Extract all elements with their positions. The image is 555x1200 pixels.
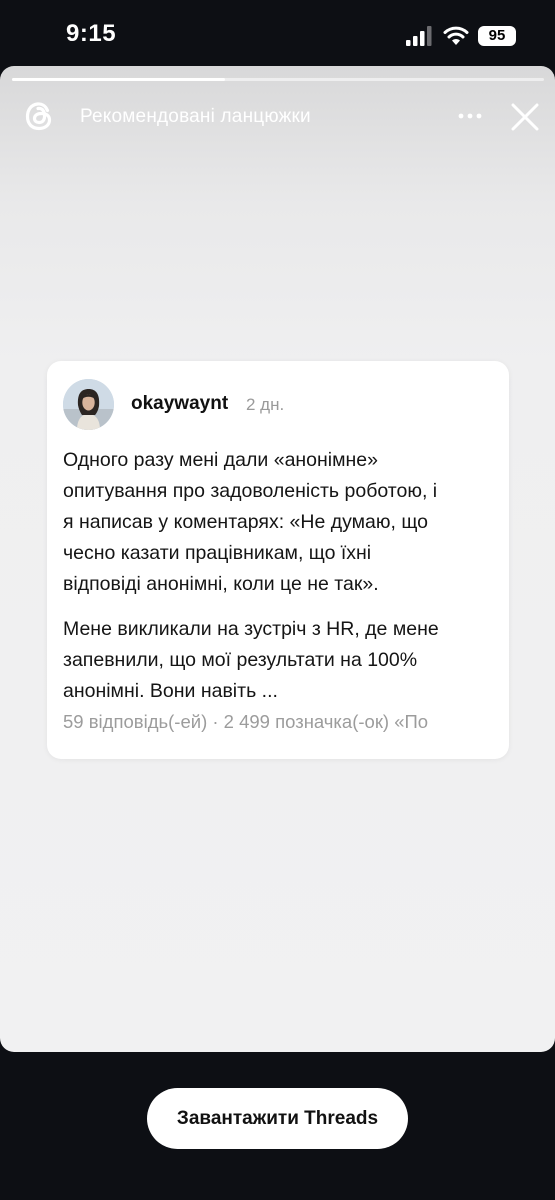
wifi-icon — [443, 26, 469, 45]
download-threads-button[interactable]: Завантажити Threads — [147, 1088, 408, 1149]
battery-indicator: 95 — [478, 26, 516, 46]
threads-logo-icon[interactable] — [20, 96, 60, 136]
post-card[interactable]: okaywaynt 2 дн. Одного разу мені дали «а… — [47, 361, 509, 759]
post-paragraph: Одного разу мені дали «анонімне» опитува… — [63, 449, 438, 595]
post-stats: 59 відповідь(-ей) · 2 499 позначка(-ок) … — [63, 711, 429, 732]
post-paragraph: Мене викликали на зустріч з HR, де мене … — [63, 618, 439, 702]
status-bar: 9:15 95 — [0, 0, 555, 68]
avatar-photo — [63, 379, 114, 430]
post-username[interactable]: okaywaynt — [131, 393, 228, 415]
story-viewer: Рекомендовані ланцюжки okaywaynt 2 дн. О… — [0, 66, 555, 1052]
status-time: 9:15 — [66, 20, 117, 47]
cellular-signal-icon — [406, 26, 432, 46]
close-icon[interactable] — [508, 100, 542, 134]
more-dots-icon[interactable] — [456, 102, 484, 130]
story-progress-fill — [12, 78, 225, 81]
avatar[interactable] — [63, 379, 114, 430]
story-progress-bar — [12, 78, 544, 81]
post-timestamp: 2 дн. — [246, 395, 285, 414]
post-body: Одного разу мені дали «анонімне» опитува… — [63, 445, 503, 721]
story-title: Рекомендовані ланцюжки — [80, 106, 311, 127]
